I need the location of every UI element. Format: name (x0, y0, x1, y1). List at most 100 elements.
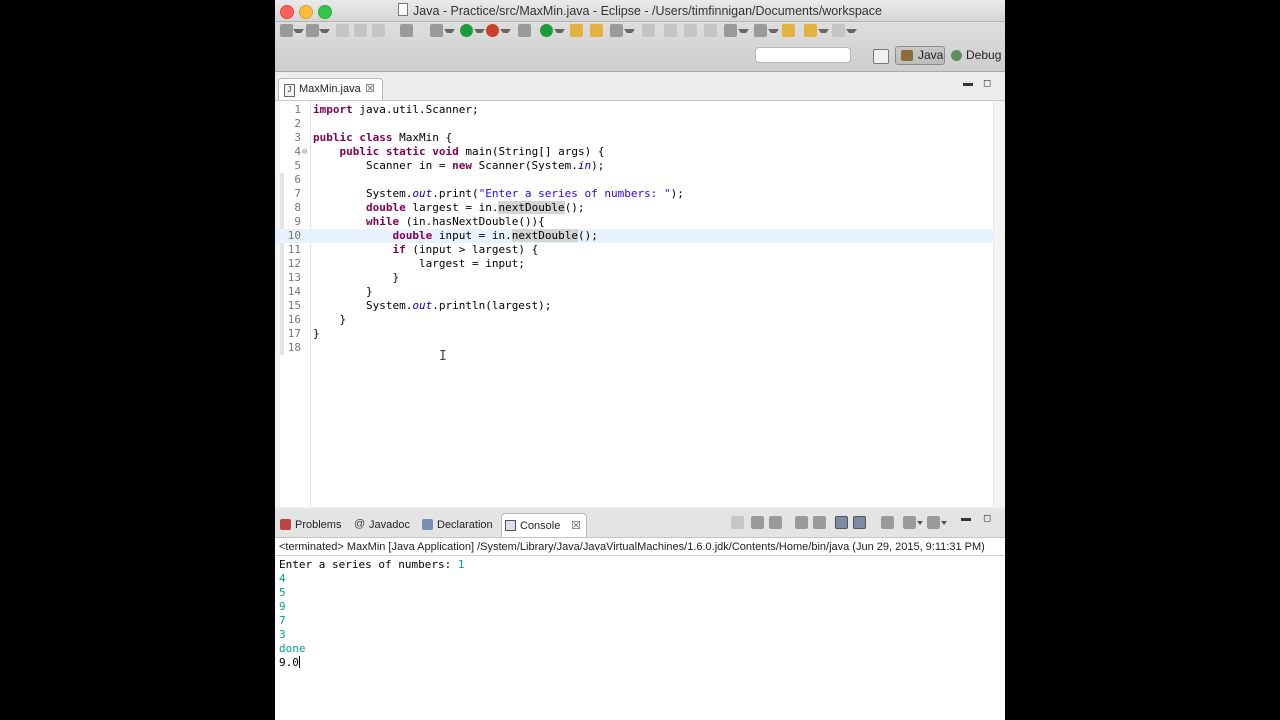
java-perspective-button[interactable]: Java (895, 46, 945, 65)
terminate-icon[interactable] (731, 516, 744, 529)
display-console-icon[interactable] (903, 516, 916, 529)
keyword: import (313, 103, 353, 116)
code-line: 7 System.out.print("Enter a series of nu… (275, 187, 994, 201)
chevron-down-icon[interactable] (500, 29, 511, 37)
save-icon[interactable] (336, 24, 349, 37)
block-selection-icon[interactable] (684, 24, 697, 37)
print-icon[interactable] (372, 24, 385, 37)
pin-console-icon[interactable] (881, 516, 894, 529)
line-number: 3 (294, 131, 301, 144)
fold-toggle-icon[interactable]: ⊖ (302, 145, 307, 159)
chevron-down-icon[interactable] (818, 29, 829, 37)
tab-maxmin-java[interactable]: J MaxMin.java ☒ (278, 78, 383, 100)
code-text: } (313, 327, 320, 340)
chevron-down-icon[interactable] (444, 29, 455, 37)
maximize-icon[interactable]: ◻ (983, 513, 991, 524)
chevron-down-icon[interactable] (846, 29, 857, 37)
show-on-stdout-icon[interactable] (835, 516, 848, 529)
javadoc-icon: @ (354, 518, 366, 530)
debug-config-icon[interactable] (430, 24, 443, 37)
eclipse-window: Java - Practice/src/MaxMin.java - Eclips… (275, 0, 1005, 720)
open-task-icon[interactable] (590, 24, 603, 37)
skip-breakpoints-icon[interactable] (400, 24, 413, 37)
string-literal: "Enter a series of numbers: " (478, 187, 671, 200)
console-result: 9.0 (279, 656, 299, 669)
main-toolbar: Java Debug (275, 22, 1005, 72)
open-perspective-icon[interactable] (873, 49, 889, 64)
chevron-down-icon[interactable] (738, 29, 749, 37)
code-editor[interactable]: 1 import java.util.Scanner; 2 3 public cla… (275, 100, 1005, 507)
run-icon[interactable] (460, 24, 473, 37)
static-field: out (412, 299, 433, 312)
next-annotation-icon[interactable] (724, 24, 737, 37)
new-icon[interactable] (280, 24, 293, 37)
title-bar: Java - Practice/src/MaxMin.java - Eclips… (275, 0, 1005, 22)
close-tab-icon[interactable]: ☒ (571, 514, 581, 538)
maximize-icon[interactable]: ◻ (983, 78, 991, 89)
code-line: 17} (275, 327, 994, 341)
java-perspective-label: Java (918, 48, 944, 62)
tab-problems[interactable]: Problems (277, 513, 349, 537)
show-on-stderr-icon[interactable] (853, 516, 866, 529)
chevron-down-icon[interactable] (917, 521, 923, 525)
text-cursor-icon: I (439, 349, 447, 364)
code-text: java.util.Scanner; (352, 103, 479, 116)
back-icon[interactable] (804, 24, 817, 37)
chevron-down-icon[interactable] (624, 29, 635, 37)
chevron-down-icon[interactable] (319, 29, 330, 37)
console-tab-bar: Problems @ Javadoc Declaration Console ☒ ▬… (275, 509, 1005, 538)
code-text: (); (564, 201, 585, 214)
close-tab-icon[interactable]: ☒ (365, 79, 375, 100)
save-all-icon[interactable] (354, 24, 367, 37)
forward-icon[interactable] (832, 24, 845, 37)
new-java-project-icon[interactable] (518, 24, 531, 37)
minimize-icon[interactable]: ▬ (963, 78, 973, 89)
scroll-lock-icon[interactable] (813, 516, 826, 529)
line-number: 14 (287, 285, 301, 298)
line-number: 8 (294, 201, 301, 214)
line-number: 10 (287, 229, 301, 242)
toggle-mark-icon[interactable] (642, 24, 655, 37)
chevron-down-icon[interactable] (941, 521, 947, 525)
pen-icon[interactable] (664, 24, 677, 37)
line-number: 2 (294, 117, 301, 130)
code-text: .print( (432, 187, 479, 200)
editor-tab-bar: J MaxMin.java ☒ ▬ ◻ (275, 74, 1005, 100)
code-line: 8 double largest = in.nextDouble(); (275, 201, 994, 215)
editor-tab-label: MaxMin.java (299, 83, 361, 95)
external-tools-icon[interactable] (486, 24, 499, 37)
search-icon[interactable] (610, 24, 623, 37)
line-number: 17 (287, 327, 301, 340)
chevron-down-icon[interactable] (768, 29, 779, 37)
occurrence-highlight: nextDouble (498, 201, 565, 214)
new-class-icon[interactable] (540, 24, 553, 37)
remove-launch-icon[interactable] (751, 516, 764, 529)
code-text: Scanner in = (365, 159, 453, 172)
tab-declaration[interactable]: Declaration (419, 513, 499, 537)
code-text: (input > largest) { (405, 243, 539, 256)
open-type-icon[interactable] (306, 24, 319, 37)
tab-javadoc[interactable]: @ Javadoc (351, 513, 417, 537)
line-number: 4 (294, 145, 301, 158)
minimize-icon[interactable]: ▬ (961, 513, 971, 524)
chevron-down-icon[interactable] (474, 29, 485, 37)
quick-access-input[interactable] (755, 47, 851, 63)
console-prompt: Enter a series of numbers: (279, 558, 458, 571)
console-input: 9 (279, 600, 286, 613)
debug-perspective-button[interactable]: Debug (949, 46, 1003, 65)
tab-console[interactable]: Console ☒ (501, 513, 587, 537)
clear-console-icon[interactable] (795, 516, 808, 529)
console-line: 9.0 (279, 656, 464, 670)
open-folder-icon[interactable] (570, 24, 583, 37)
last-edit-icon[interactable] (782, 24, 795, 37)
remove-all-terminated-icon[interactable] (769, 516, 782, 529)
keyword: if (392, 243, 406, 256)
chevron-down-icon[interactable] (293, 29, 304, 37)
debug-perspective-icon (951, 50, 962, 61)
chevron-down-icon[interactable] (554, 29, 565, 37)
console-output-area[interactable]: <terminated> MaxMin [Java Application] /… (275, 538, 1005, 720)
prev-annotation-icon[interactable] (754, 24, 767, 37)
open-console-icon[interactable] (927, 516, 940, 529)
show-whitespace-icon[interactable] (704, 24, 717, 37)
keyword: public (313, 131, 353, 144)
